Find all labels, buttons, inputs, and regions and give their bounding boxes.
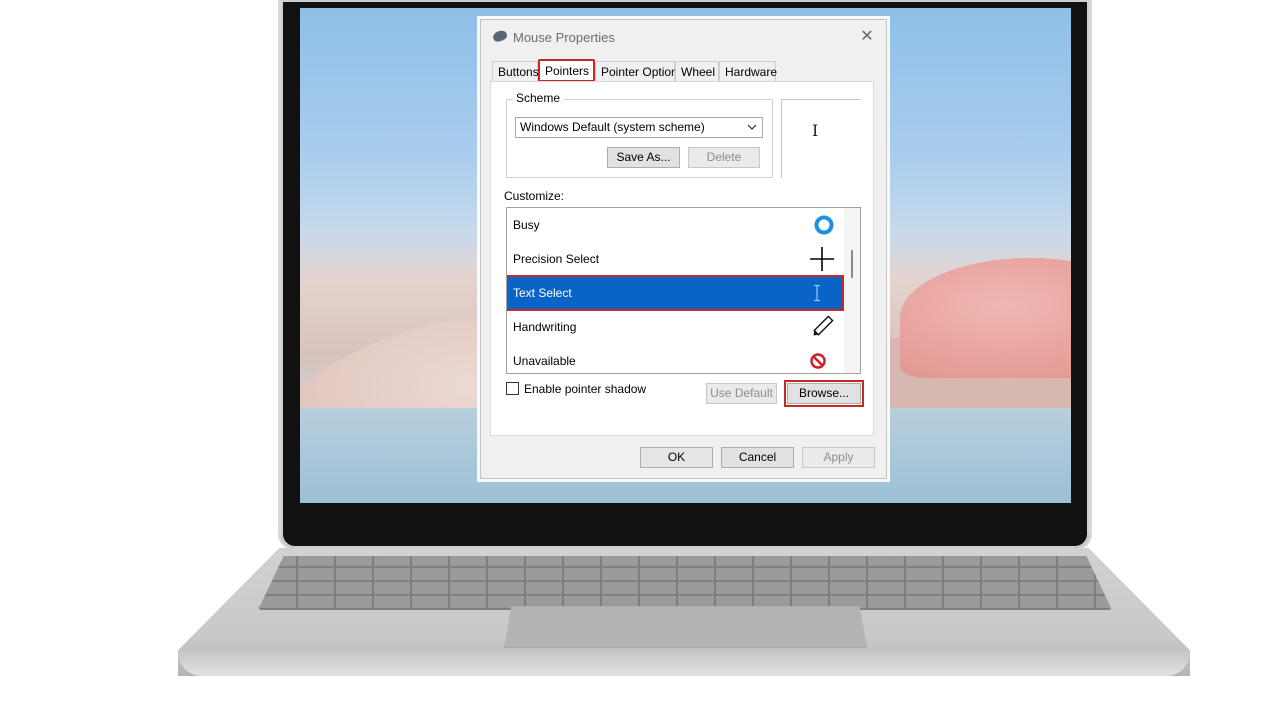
pointer-preview: I (781, 99, 861, 178)
laptop-base-front (178, 650, 1190, 676)
pointer-shadow-label: Enable pointer shadow (524, 382, 647, 396)
list-item[interactable]: Precision Select (507, 242, 845, 276)
pointer-shadow-checkbox[interactable] (506, 382, 519, 395)
laptop-keyboard (258, 556, 1112, 610)
list-scrollbar[interactable] (844, 208, 860, 373)
tab-pointers[interactable]: Pointers (538, 59, 595, 82)
apply-button[interactable]: Apply (802, 447, 875, 468)
mouse-icon (491, 28, 509, 44)
busy-ring-icon (813, 208, 835, 242)
pen-icon (809, 310, 835, 344)
tab-pointer-options[interactable]: Pointer Options (595, 61, 684, 81)
scheme-label: Scheme (513, 91, 564, 105)
cancel-button[interactable]: Cancel (721, 447, 794, 468)
list-item-label: Unavailable (513, 354, 576, 368)
delete-button[interactable]: Delete (688, 147, 760, 168)
list-item[interactable]: Busy (507, 208, 845, 242)
list-item[interactable]: Handwriting (507, 310, 845, 344)
title-bar: Mouse Properties ✕ (481, 20, 886, 54)
ibeam-icon (813, 276, 821, 310)
laptop-trackpad (504, 606, 867, 648)
wallpaper-pink-hill (900, 258, 1071, 378)
chevron-down-icon (746, 118, 758, 144)
list-item-label: Busy (513, 218, 540, 232)
tab-buttons[interactable]: Buttons (492, 61, 539, 81)
scrollbar-thumb[interactable] (851, 250, 853, 278)
list-item-label: Text Select (513, 286, 572, 300)
scheme-select-value: Windows Default (system scheme) (520, 120, 705, 134)
scheme-select[interactable]: Windows Default (system scheme) (515, 117, 763, 138)
customize-label: Customize: (504, 189, 565, 203)
dialog-title: Mouse Properties (513, 30, 615, 45)
pointer-list[interactable]: Busy Precision Select Text Select Handwr… (506, 207, 861, 374)
list-item-label: Handwriting (513, 320, 577, 334)
unavailable-icon (809, 344, 827, 373)
list-item-selected[interactable]: Text Select (507, 275, 844, 311)
list-item-label: Precision Select (513, 252, 600, 266)
ok-button[interactable]: OK (640, 447, 713, 468)
list-item[interactable]: Unavailable (507, 344, 845, 373)
pointers-panel: Scheme Windows Default (system scheme) S… (490, 81, 874, 436)
close-button[interactable]: ✕ (856, 26, 878, 48)
save-as-button[interactable]: Save As... (607, 147, 680, 168)
use-default-button[interactable]: Use Default (706, 383, 777, 404)
enable-pointer-shadow[interactable]: Enable pointer shadow (506, 382, 646, 396)
tab-wheel[interactable]: Wheel (675, 61, 719, 81)
ibeam-icon: I (812, 121, 819, 140)
tab-hardware[interactable]: Hardware (719, 61, 777, 81)
mouse-properties-dialog: Mouse Properties ✕ Buttons Pointers Poin… (480, 19, 887, 479)
browse-button[interactable]: Browse... (784, 380, 864, 407)
scheme-group: Scheme Windows Default (system scheme) S… (506, 91, 773, 178)
crosshair-icon (809, 242, 835, 276)
